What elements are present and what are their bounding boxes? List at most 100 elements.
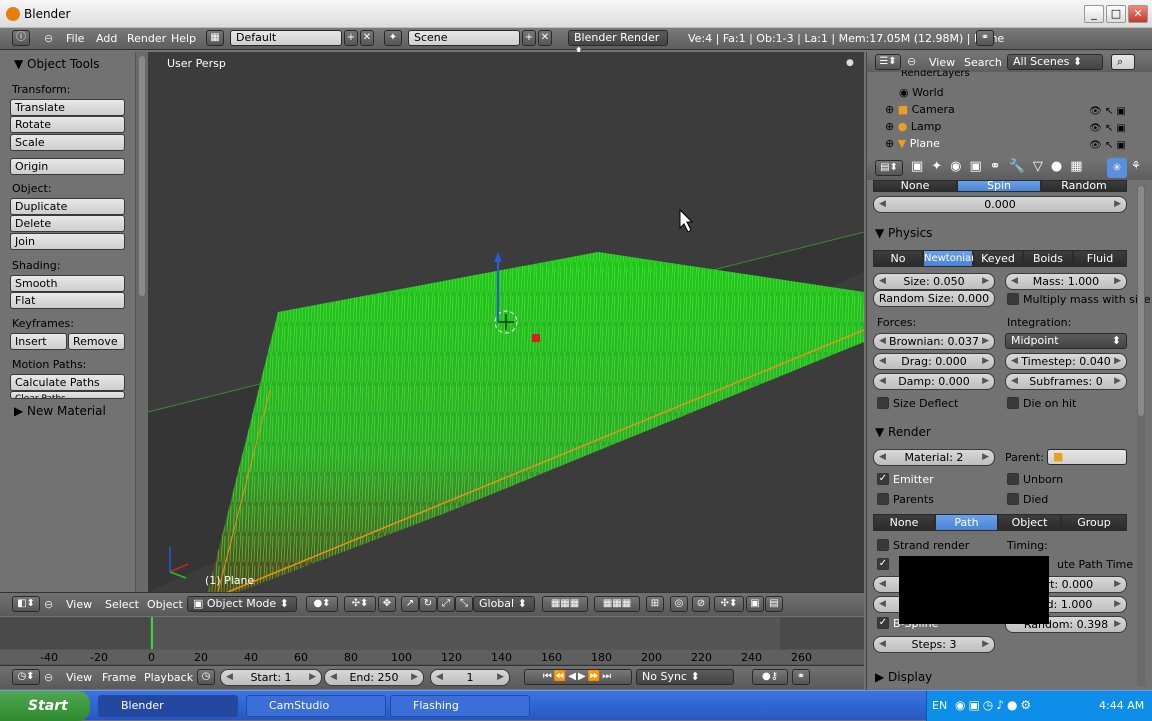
bspline-checkbox[interactable]: ✓ (877, 617, 889, 629)
translate-manip-icon[interactable]: ↗ (401, 596, 419, 612)
minimize-button[interactable]: _ (1084, 5, 1104, 23)
calculate-paths-button[interactable]: Calculate Paths (10, 374, 125, 391)
outliner-view-menu[interactable]: View (929, 56, 955, 69)
tool-scrollbar[interactable] (136, 52, 148, 592)
delete-button[interactable]: Delete (10, 215, 125, 232)
spin-none-button[interactable]: None (873, 180, 957, 192)
properties-scrollbar[interactable] (1137, 186, 1145, 686)
outliner-world[interactable]: ◉ World (899, 84, 1152, 101)
multiply-mass-checkbox[interactable] (1007, 293, 1019, 305)
manipulator-toggle-icon[interactable]: ✥ (378, 596, 396, 612)
preview-range-icon[interactable]: ◷ (197, 669, 215, 685)
abs-path-checkbox[interactable]: ✓ (877, 558, 889, 570)
properties-scroll-thumb[interactable] (1138, 186, 1144, 416)
pivot-select-icon[interactable]: ✣⬍ (344, 596, 376, 612)
parent-field[interactable]: ■ (1047, 449, 1127, 465)
physics-keyed-button[interactable]: Keyed (973, 250, 1023, 267)
playback-controls[interactable]: ⏮⏪◀▶⏩⏭ (524, 669, 632, 685)
collapse-timeline-icon[interactable]: ⊖ (44, 671, 53, 684)
add-layout-icon[interactable]: + (344, 30, 358, 46)
current-frame-marker[interactable] (151, 617, 153, 649)
size-field[interactable]: ◀ Size: 0.050 ▶ (873, 273, 995, 290)
render-path-button[interactable]: Path (935, 514, 998, 531)
menu-file[interactable]: File (66, 32, 84, 45)
sync-select[interactable]: No Sync ⬍ (636, 669, 734, 685)
mass-field[interactable]: ◀ Mass: 1.000 ▶ (1005, 273, 1127, 290)
proportional-edit-icon[interactable]: ◎ (670, 596, 688, 612)
smooth-button[interactable]: Smooth (10, 275, 125, 292)
duplicate-button[interactable]: Duplicate (10, 198, 125, 215)
keying-set-icon[interactable]: ⚭ (792, 669, 810, 685)
render-preview-icon[interactable]: ▣ (746, 596, 764, 612)
shading-select-icon[interactable]: ●⬍ (306, 596, 338, 612)
menu-object[interactable]: Object (147, 598, 183, 611)
physics-tab-icon[interactable]: ⚘ (1131, 159, 1141, 172)
insert-keyframe-button[interactable]: Insert (10, 333, 67, 350)
add-scene-icon[interactable]: + (522, 30, 536, 46)
scale-2-manip-icon[interactable]: ⤡ (455, 596, 473, 612)
remove-keyframe-button[interactable]: Remove (68, 333, 125, 350)
screen-layout-icon[interactable]: ▦ (206, 30, 224, 46)
task-flashing[interactable]: Flashing (390, 695, 530, 717)
damp-field[interactable]: ◀ Damp: 0.000 ▶ (873, 373, 995, 390)
outliner-renderlayers[interactable]: RenderLayers (901, 70, 1152, 80)
physics-no-button[interactable]: No (873, 250, 923, 267)
die-on-hit-checkbox[interactable] (1007, 397, 1019, 409)
random-size-field[interactable]: Random Size: 0.000 (873, 290, 995, 307)
rotate-button[interactable]: Rotate (10, 116, 125, 133)
remove-layout-icon[interactable]: ✕ (360, 30, 374, 46)
steps-field[interactable]: ◀ Steps: 3 ▶ (873, 636, 995, 653)
spin-value-field[interactable]: ◀ 0.000 ▶ (873, 196, 1127, 213)
died-checkbox[interactable] (1007, 493, 1019, 505)
scene-field[interactable]: Scene (408, 30, 520, 46)
start-button[interactable]: Start (0, 691, 90, 721)
layers-grid-2[interactable]: ▦▦▦ (594, 596, 640, 612)
layers-grid-1[interactable]: ▦▦▦ (542, 596, 588, 612)
physics-boids-button[interactable]: Boids (1023, 250, 1073, 267)
maximize-button[interactable]: □ (1106, 5, 1126, 23)
orientation-select[interactable]: Global ⬍ (473, 596, 535, 612)
link-icon[interactable]: ⚭ (976, 30, 994, 46)
snap-mode-icon[interactable]: ✣⬍ (714, 596, 744, 612)
current-frame-field[interactable]: ◀ 1 ▶ (430, 669, 510, 686)
editor-type-icon[interactable]: ◧⬍ (12, 596, 40, 612)
translate-button[interactable]: Translate (10, 99, 125, 116)
new-material-title[interactable]: ▶ New Material (14, 404, 106, 418)
start-frame-field[interactable]: ◀ Start: 1 ▶ (220, 669, 322, 686)
emitter-checkbox[interactable]: ✓ (877, 473, 889, 485)
menu-playback[interactable]: Playback (144, 671, 193, 684)
outliner-restrict-columns[interactable]: 👁 ↖ ▣ 👁 ↖ ▣ 👁 ↖ ▣ (1089, 103, 1126, 154)
timeline[interactable]: -40 -20 0 20 40 60 80 100 120 140 160 18… (0, 617, 864, 665)
end-frame-field[interactable]: ◀ End: 250 ▶ (324, 669, 424, 686)
flat-button[interactable]: Flat (10, 292, 125, 309)
rotate-manip-icon[interactable]: ↻ (419, 596, 437, 612)
subframes-field[interactable]: ◀ Subframes: 0 ▶ (1005, 373, 1127, 390)
render-group-button[interactable]: Group (1061, 514, 1127, 531)
language-indicator[interactable]: EN (932, 699, 947, 712)
menu-help[interactable]: Help (171, 32, 196, 45)
render-panel-header[interactable]: ▼ Render (875, 425, 931, 439)
render-none-button[interactable]: None (873, 514, 935, 531)
origin-button[interactable]: Origin (10, 158, 125, 175)
outliner-editor-icon[interactable]: ☰⬍ (875, 54, 901, 70)
outliner-search-menu[interactable]: Search (964, 56, 1002, 69)
spin-random-button[interactable]: Random (1041, 180, 1127, 192)
size-deflect-checkbox[interactable] (877, 397, 889, 409)
outliner-search-field[interactable]: ⌕ (1111, 54, 1135, 70)
task-blender[interactable]: Blender (98, 695, 238, 717)
unborn-checkbox[interactable] (1007, 473, 1019, 485)
brownian-field[interactable]: ◀ Brownian: 0.037 ▶ (873, 333, 995, 350)
outliner-collapse-icon[interactable]: ⊖ (907, 55, 916, 68)
menu-add[interactable]: Add (96, 32, 117, 45)
opengl-render-icon[interactable]: ▤ (765, 596, 783, 612)
info-editor-icon[interactable]: ⓘ (12, 30, 30, 46)
parents-checkbox[interactable] (877, 493, 889, 505)
material-field[interactable]: ◀ Material: 2 ▶ (873, 449, 995, 466)
integration-select[interactable]: Midpoint ⬍ (1005, 333, 1127, 349)
physics-newtonian-button[interactable]: Newtonian (923, 250, 977, 267)
drag-field[interactable]: ◀ Drag: 0.000 ▶ (873, 353, 995, 370)
menu-select[interactable]: Select (105, 598, 139, 611)
scale-manip-icon[interactable]: ⤢ (437, 596, 455, 612)
clear-paths-button[interactable]: Clear Paths (10, 391, 125, 399)
particles-tab-icon[interactable]: ✳ (1107, 158, 1127, 178)
